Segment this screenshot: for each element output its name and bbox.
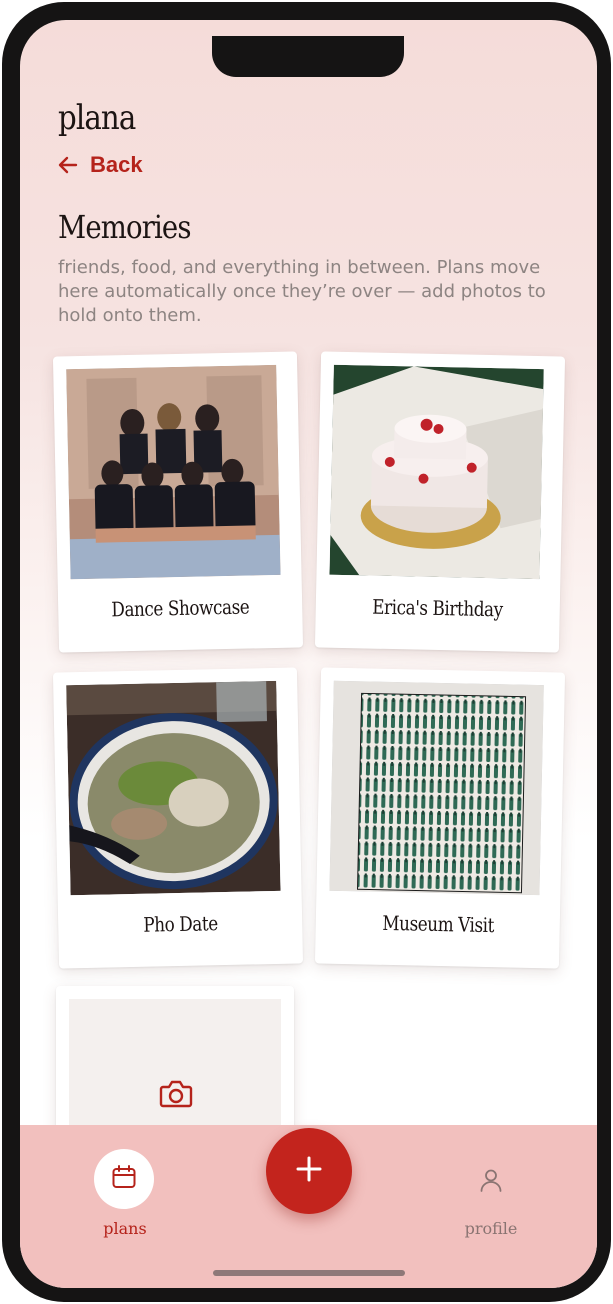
camera-icon — [159, 1079, 193, 1114]
profile-icon-wrap — [460, 1155, 522, 1209]
profile-tab-label: profile — [464, 1219, 518, 1238]
plus-icon — [296, 1156, 322, 1187]
photo-placeholder — [69, 999, 281, 1139]
phone-frame: plana Back Memories friends, food, and e… — [2, 2, 611, 1302]
memory-caption: Dance Showcase — [111, 594, 250, 622]
home-indicator — [213, 1270, 405, 1276]
app-screen: plana Back Memories friends, food, and e… — [20, 20, 597, 1288]
user-icon — [478, 1167, 504, 1198]
tab-plans[interactable]: plans — [94, 1149, 156, 1238]
back-button[interactable]: Back — [58, 152, 143, 178]
bottom-tab-bar: plans profile — [20, 1125, 597, 1288]
app-brand: plana — [58, 98, 136, 138]
memory-photo — [329, 680, 544, 896]
memory-photo — [66, 364, 281, 580]
page-subtitle: friends, food, and everything in between… — [58, 257, 546, 326]
plans-tab-highlight — [94, 1149, 154, 1209]
arrow-left-icon — [58, 156, 78, 174]
memory-card-pho-date[interactable]: Pho Date — [52, 667, 304, 969]
memory-photo — [66, 680, 281, 896]
page-title: Memories — [58, 208, 191, 246]
device-notch — [212, 36, 404, 77]
memory-caption: Museum Visit — [381, 910, 494, 938]
memory-card-museum-visit[interactable]: Museum Visit — [314, 667, 566, 969]
memory-photo — [329, 364, 544, 580]
memory-card-dance-showcase[interactable]: Dance Showcase — [52, 351, 304, 653]
memory-caption: Erica's Birthday — [372, 594, 504, 622]
memory-caption: Pho Date — [142, 911, 218, 937]
tab-profile[interactable]: profile — [460, 1155, 522, 1238]
plans-tab-label: plans — [103, 1219, 147, 1238]
add-plan-button[interactable] — [266, 1128, 352, 1214]
calendar-icon — [111, 1164, 137, 1195]
memory-card-ericas-birthday[interactable]: Erica's Birthday — [314, 351, 566, 653]
back-label: Back — [90, 152, 143, 177]
